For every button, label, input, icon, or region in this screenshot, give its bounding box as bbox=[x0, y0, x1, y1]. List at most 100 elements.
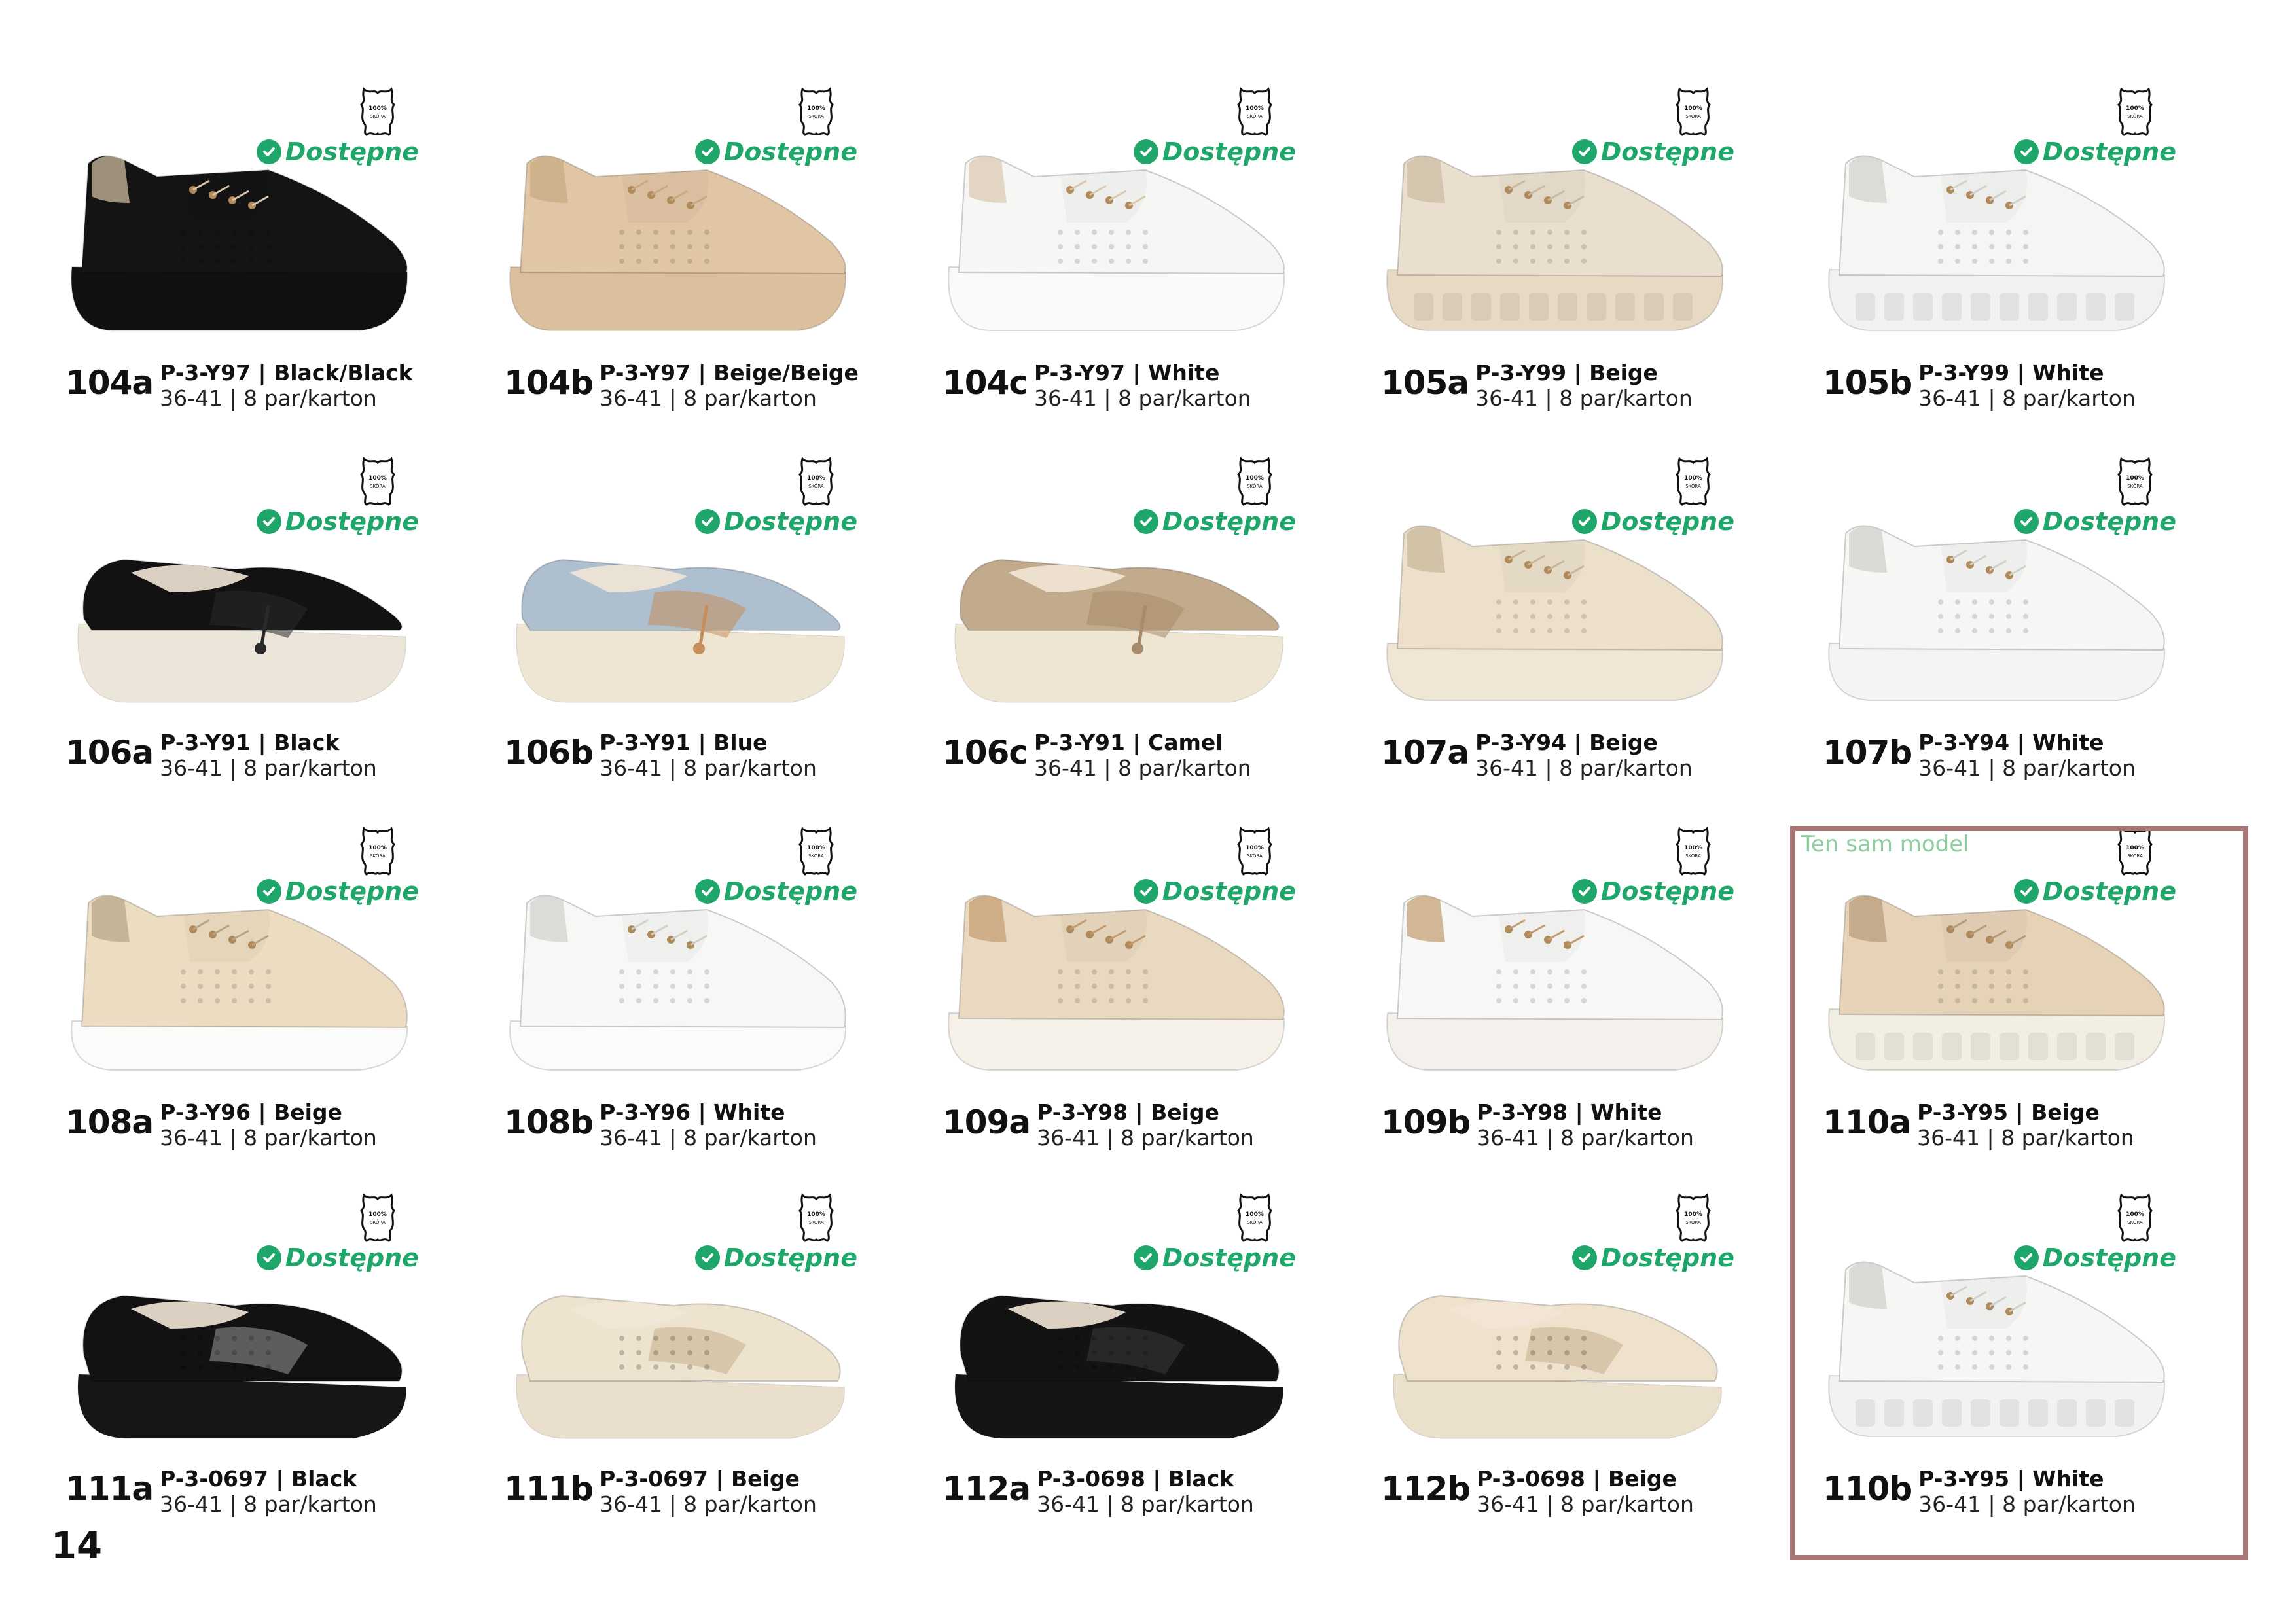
product-code: P-3-Y99 | Beige bbox=[1475, 360, 1658, 385]
product-code: P-3-Y96 | White bbox=[600, 1099, 785, 1125]
product-card-105b[interactable]: 100% SKÓRA Dostępne 105b P-3-Y99 | White… bbox=[1797, 85, 2202, 438]
product-sizes: 36-41 | 8 par/karton bbox=[1037, 1491, 1254, 1517]
product-card-109a[interactable]: 100% SKÓRA Dostępne 109a P-3-Y98 | Beige… bbox=[916, 825, 1322, 1178]
svg-text:100%: 100% bbox=[2126, 475, 2144, 482]
svg-text:SKÓRA: SKÓRA bbox=[808, 1219, 824, 1225]
product-info: P-3-0698 | Beige 36-41 | 8 par/karton bbox=[1477, 1466, 1694, 1517]
shoe-image bbox=[1386, 525, 1724, 701]
page-number: 14 bbox=[51, 1525, 102, 1567]
svg-text:100%: 100% bbox=[1246, 105, 1264, 112]
svg-text:100%: 100% bbox=[1684, 475, 1702, 482]
product-sizes: 36-41 | 8 par/karton bbox=[1477, 1491, 1694, 1517]
product-card-111a[interactable]: 100% SKÓRA Dostępne 111a P-3-0697 | Blac… bbox=[39, 1191, 445, 1544]
product-card-107a[interactable]: 100% SKÓRA Dostępne 107a P-3-Y94 | Beige… bbox=[1355, 455, 1761, 808]
svg-text:100%: 100% bbox=[807, 105, 825, 112]
svg-text:100%: 100% bbox=[1246, 475, 1264, 482]
svg-text:SKÓRA: SKÓRA bbox=[1685, 113, 1701, 119]
product-card-104b[interactable]: 100% SKÓRA Dostępne 104b P-3-Y97 | Beige… bbox=[478, 85, 884, 438]
product-code: P-3-Y98 | Beige bbox=[1037, 1099, 1219, 1125]
shoe-image bbox=[1386, 895, 1724, 1071]
product-sizes: 36-41 | 8 par/karton bbox=[600, 1125, 817, 1150]
product-number: 108a bbox=[65, 1103, 154, 1141]
svg-text:100%: 100% bbox=[1684, 845, 1702, 851]
product-caption: 112a P-3-0698 | Black 36-41 | 8 par/kart… bbox=[942, 1466, 1254, 1517]
product-caption: 112b P-3-0698 | Beige 36-41 | 8 par/kart… bbox=[1381, 1466, 1694, 1517]
shoe-image bbox=[948, 155, 1285, 331]
product-caption: 105b P-3-Y99 | White 36-41 | 8 par/karto… bbox=[1823, 360, 2136, 411]
product-number: 109b bbox=[1381, 1103, 1471, 1141]
svg-text:SKÓRA: SKÓRA bbox=[1685, 853, 1701, 859]
product-info: P-3-Y97 | Beige/Beige 36-41 | 8 par/kart… bbox=[600, 360, 859, 411]
product-card-105a[interactable]: 100% SKÓRA Dostępne 105a P-3-Y99 | Beige… bbox=[1355, 85, 1761, 438]
product-info: P-3-Y94 | White 36-41 | 8 par/karton bbox=[1918, 730, 2136, 781]
product-card-108a[interactable]: 100% SKÓRA Dostępne 108a P-3-Y96 | Beige… bbox=[39, 825, 445, 1178]
svg-text:SKÓRA: SKÓRA bbox=[1685, 1219, 1701, 1225]
product-card-108b[interactable]: 100% SKÓRA Dostępne 108b P-3-Y96 | White… bbox=[478, 825, 884, 1178]
product-caption: 107a P-3-Y94 | Beige 36-41 | 8 par/karto… bbox=[1381, 730, 1693, 781]
product-card-104c[interactable]: 100% SKÓRA Dostępne 104c P-3-Y97 | White… bbox=[916, 85, 1322, 438]
shoe-image bbox=[71, 895, 408, 1071]
product-code: P-3-0698 | Black bbox=[1037, 1466, 1234, 1491]
shoe-image bbox=[71, 155, 408, 331]
product-code: P-3-Y94 | Beige bbox=[1475, 730, 1658, 755]
svg-text:SKÓRA: SKÓRA bbox=[2127, 483, 2143, 489]
product-info: P-3-Y98 | White 36-41 | 8 par/karton bbox=[1477, 1099, 1694, 1150]
product-code: P-3-Y97 | Black/Black bbox=[160, 360, 413, 385]
product-number: 106b bbox=[504, 734, 594, 772]
product-sizes: 36-41 | 8 par/karton bbox=[160, 1491, 377, 1517]
product-sizes: 36-41 | 8 par/karton bbox=[1918, 385, 2136, 411]
product-card-112a[interactable]: 100% SKÓRA Dostępne 112a P-3-0698 | Blac… bbox=[916, 1191, 1322, 1544]
product-sizes: 36-41 | 8 par/karton bbox=[600, 385, 817, 411]
shoe-image bbox=[1828, 155, 2166, 331]
svg-text:SKÓRA: SKÓRA bbox=[808, 483, 824, 489]
product-info: P-3-Y98 | Beige 36-41 | 8 par/karton bbox=[1037, 1099, 1254, 1150]
product-card-106c[interactable]: 100% SKÓRA Dostępne 106c P-3-Y91 | Camel… bbox=[916, 455, 1322, 808]
svg-text:100%: 100% bbox=[807, 1211, 825, 1218]
product-card-111b[interactable]: 100% SKÓRA Dostępne 111b P-3-0697 | Beig… bbox=[478, 1191, 884, 1544]
product-card-106a[interactable]: 100% SKÓRA Dostępne 106a P-3-Y91 | Black… bbox=[39, 455, 445, 808]
product-info: P-3-Y97 | White 36-41 | 8 par/karton bbox=[1034, 360, 1251, 411]
svg-text:100%: 100% bbox=[807, 845, 825, 851]
svg-text:SKÓRA: SKÓRA bbox=[370, 853, 386, 859]
product-caption: 106c P-3-Y91 | Camel 36-41 | 8 par/karto… bbox=[942, 730, 1251, 781]
product-code: P-3-Y97 | Beige/Beige bbox=[600, 360, 859, 385]
product-number: 104b bbox=[504, 364, 594, 402]
shoe-image bbox=[954, 1294, 1283, 1439]
svg-text:100%: 100% bbox=[368, 1211, 387, 1218]
same-model-frame bbox=[1790, 826, 2248, 1560]
product-number: 112a bbox=[942, 1470, 1031, 1508]
product-sizes: 36-41 | 8 par/karton bbox=[1477, 1125, 1694, 1150]
product-number: 106a bbox=[65, 734, 154, 772]
svg-text:SKÓRA: SKÓRA bbox=[1247, 1219, 1263, 1225]
product-sizes: 36-41 | 8 par/karton bbox=[160, 755, 377, 781]
product-number: 109a bbox=[942, 1103, 1031, 1141]
product-card-104a[interactable]: 100% SKÓRA Dostępne 104a P-3-Y97 | Black… bbox=[39, 85, 445, 438]
shoe-image bbox=[509, 155, 847, 331]
svg-text:SKÓRA: SKÓRA bbox=[1247, 113, 1263, 119]
product-sizes: 36-41 | 8 par/karton bbox=[600, 755, 817, 781]
product-card-109b[interactable]: 100% SKÓRA Dostępne 109b P-3-Y98 | White… bbox=[1355, 825, 1761, 1178]
product-number: 107a bbox=[1381, 734, 1469, 772]
product-number: 105b bbox=[1823, 364, 1912, 402]
product-card-106b[interactable]: 100% SKÓRA Dostępne 106b P-3-Y91 | Blue … bbox=[478, 455, 884, 808]
svg-text:SKÓRA: SKÓRA bbox=[370, 113, 386, 119]
svg-text:100%: 100% bbox=[2126, 105, 2144, 112]
product-number: 107b bbox=[1823, 734, 1912, 772]
product-code: P-3-Y98 | White bbox=[1477, 1099, 1662, 1125]
shoe-image bbox=[516, 1294, 845, 1439]
svg-text:100%: 100% bbox=[1246, 1211, 1264, 1218]
product-number: 112b bbox=[1381, 1470, 1471, 1508]
shoe-image bbox=[516, 558, 845, 703]
product-code: P-3-Y96 | Beige bbox=[160, 1099, 342, 1125]
shoe-image bbox=[954, 558, 1283, 703]
shoe-image bbox=[1393, 1294, 1722, 1439]
product-info: P-3-Y91 | Camel 36-41 | 8 par/karton bbox=[1034, 730, 1251, 781]
product-number: 111b bbox=[504, 1470, 594, 1508]
product-number: 105a bbox=[1381, 364, 1469, 402]
product-card-112b[interactable]: 100% SKÓRA Dostępne 112b P-3-0698 | Beig… bbox=[1355, 1191, 1761, 1544]
product-card-107b[interactable]: 100% SKÓRA Dostępne 107b P-3-Y94 | White… bbox=[1797, 455, 2202, 808]
product-code: P-3-Y97 | White bbox=[1034, 360, 1220, 385]
product-info: P-3-Y91 | Black 36-41 | 8 par/karton bbox=[160, 730, 377, 781]
svg-text:SKÓRA: SKÓRA bbox=[1247, 853, 1263, 859]
product-sizes: 36-41 | 8 par/karton bbox=[1034, 385, 1251, 411]
